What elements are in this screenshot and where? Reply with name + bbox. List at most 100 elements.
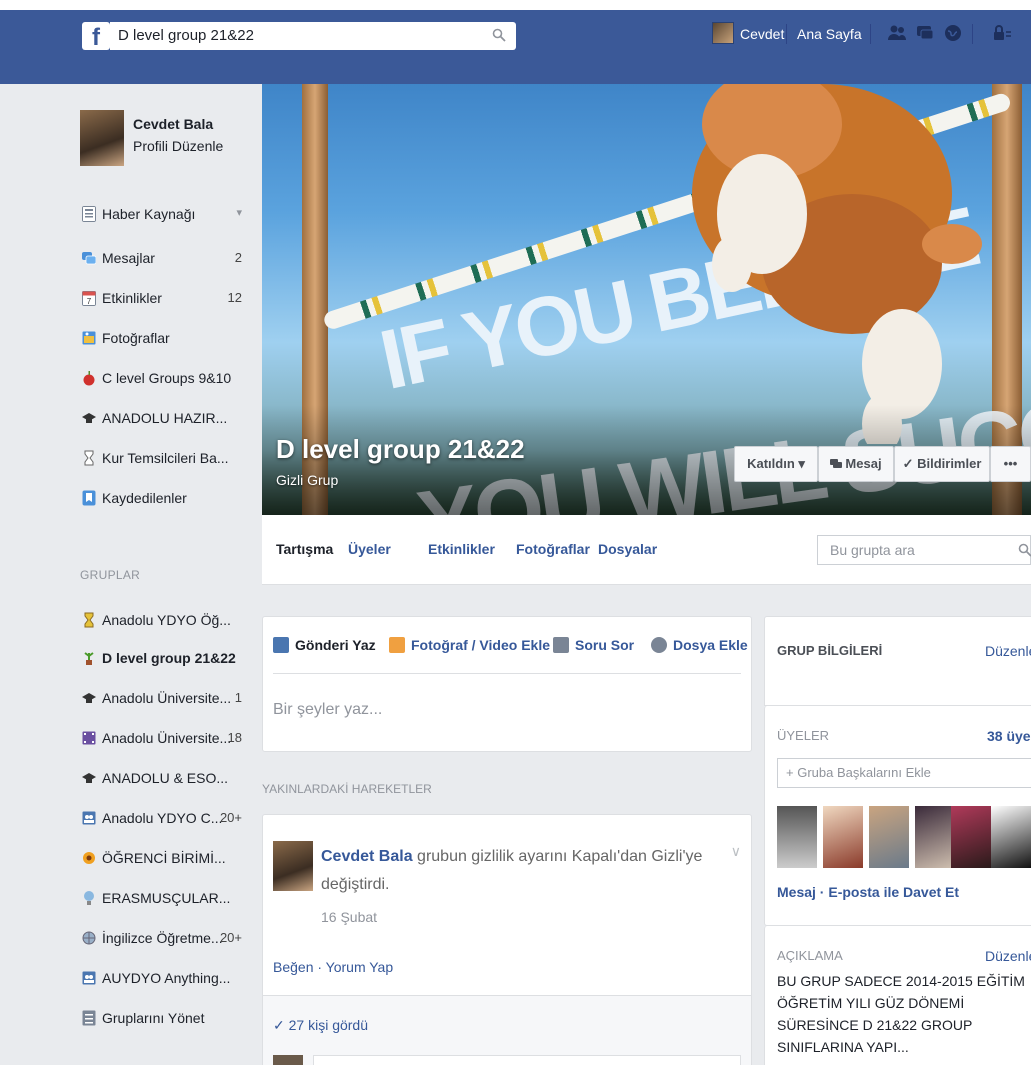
- friend-requests-icon[interactable]: [886, 22, 908, 44]
- group-info-header-card: GRUP BİLGİLERİ Düzenle: [764, 616, 1031, 706]
- ask-question-tab[interactable]: Soru Sor: [553, 637, 634, 653]
- member-avatar[interactable]: [823, 806, 863, 868]
- search-icon[interactable]: [492, 28, 506, 42]
- sidebar-item-saved[interactable]: Kaydedilenler: [80, 488, 250, 510]
- member-avatar[interactable]: [951, 806, 991, 868]
- author-avatar[interactable]: [273, 841, 313, 891]
- unread-count: 2: [234, 250, 242, 265]
- composer-input[interactable]: Bir şeyler yaz...: [273, 701, 382, 719]
- group-privacy: Gizli Grup: [276, 472, 339, 488]
- edit-description-link[interactable]: Düzenle: [985, 948, 1031, 964]
- group-item[interactable]: Anadolu YDYO Öğ...: [80, 610, 250, 632]
- group-item[interactable]: ERASMUSÇULAR...: [80, 888, 250, 910]
- dropdown-chevron-icon[interactable]: ▾: [236, 206, 242, 219]
- activity-post: Cevdet Bala grubun gizlilik ayarını Kapa…: [262, 814, 752, 1065]
- add-members-input[interactable]: + Gruba Başkalarını Ekle: [777, 758, 1031, 788]
- member-avatar[interactable]: [991, 806, 1031, 868]
- message-button-label: Mesaj: [845, 456, 882, 471]
- facebook-logo[interactable]: f: [82, 22, 110, 51]
- group-info-header: GRUP BİLGİLERİ: [777, 643, 883, 658]
- tab-discussion[interactable]: Tartışma: [276, 541, 333, 557]
- notifications-button[interactable]: ✓ Bildirimler: [894, 446, 990, 482]
- sidebar-item-photos[interactable]: Fotoğraflar: [80, 328, 250, 350]
- comment-avatar: [273, 1055, 303, 1065]
- add-file-tab[interactable]: Dosya Ekle: [651, 637, 748, 653]
- profile-name[interactable]: Cevdet Bala: [133, 116, 213, 132]
- sidebar-item-c-level-groups[interactable]: C level Groups 9&10: [80, 368, 250, 390]
- tab-photos[interactable]: Fotoğraflar: [516, 541, 590, 557]
- add-photo-video-tab[interactable]: Fotoğraf / Video Ekle: [389, 637, 550, 653]
- group-item[interactable]: İngilizce Öğretme... 20+: [80, 928, 250, 950]
- members-label: ÜYELER: [777, 728, 830, 743]
- group-item-active[interactable]: D level group 21&22: [80, 648, 250, 670]
- group-item[interactable]: Anadolu Üniversite... 18: [80, 728, 250, 750]
- member-avatar[interactable]: [777, 806, 817, 868]
- group-item[interactable]: ÖĞRENCİ BİRİMİ...: [80, 848, 250, 870]
- group-search-input[interactable]: Bu grupta ara: [817, 535, 1031, 565]
- member-avatar[interactable]: [915, 806, 955, 868]
- members-count[interactable]: 38 üye: [987, 728, 1031, 744]
- notifications-globe-icon[interactable]: [942, 22, 964, 44]
- sidebar-item-anadolu-hazirlik[interactable]: ANADOLU HAZIR...: [80, 408, 250, 430]
- groups-section-header: GRUPLAR: [80, 568, 141, 582]
- pencil-icon: [273, 637, 289, 653]
- sidebar-item-label: ANADOLU HAZIR...: [102, 410, 228, 426]
- message-invite-links[interactable]: Mesaj · E-posta ile Davet Et: [777, 884, 959, 900]
- group-label: Anadolu Üniversite...: [102, 730, 232, 746]
- joined-button[interactable]: Katıldın ▾: [734, 446, 818, 482]
- home-link[interactable]: Ana Sayfa: [797, 26, 862, 42]
- film-icon: [82, 731, 96, 745]
- graduation-cap-icon: [82, 413, 96, 423]
- group-label: Gruplarını Yönet: [102, 1010, 205, 1026]
- composer-tab-label: Dosya Ekle: [673, 637, 748, 653]
- post-text: Cevdet Bala grubun gizlilik ayarını Kapa…: [321, 843, 711, 899]
- search-input[interactable]: D level group 21&22: [110, 22, 516, 50]
- more-options-button[interactable]: •••: [990, 446, 1031, 482]
- calendar-icon: 7: [82, 291, 96, 306]
- post-author[interactable]: Cevdet Bala: [321, 848, 413, 865]
- member-avatar[interactable]: [869, 806, 909, 868]
- group-item[interactable]: ANADOLU & ESO...: [80, 768, 250, 790]
- sidebar-item-events[interactable]: 7 Etkinlikler 12: [80, 288, 250, 310]
- messages-icon: [82, 252, 96, 265]
- group-label: Anadolu YDYO Öğ...: [102, 612, 231, 628]
- search-icon[interactable]: [1018, 543, 1031, 557]
- seen-by-count[interactable]: ✓ 27 kişi gördü: [273, 1017, 368, 1034]
- sidebar-item-label: Etkinlikler: [102, 290, 162, 306]
- group-cover-photo[interactable]: IF YOU BELIEVE YOU WILL SUCCEED D level …: [262, 84, 1031, 515]
- like-comment-links[interactable]: Beğen · Yorum Yap: [273, 959, 393, 975]
- sidebar-item-label: Mesajlar: [102, 250, 155, 266]
- question-list-icon: [553, 637, 569, 653]
- post-options-chevron-icon[interactable]: ∨: [731, 843, 741, 860]
- divider: [273, 673, 741, 674]
- divider: [870, 24, 871, 44]
- sidebar-item-label: C level Groups 9&10: [102, 370, 232, 386]
- profile-link[interactable]: Cevdet: [740, 26, 784, 42]
- group-count: 20+: [219, 810, 242, 825]
- sidebar-item-news-feed[interactable]: Haber Kaynağı ▾: [80, 204, 250, 226]
- manage-groups-link[interactable]: Gruplarını Yönet: [80, 1008, 250, 1030]
- user-avatar[interactable]: [712, 22, 734, 44]
- tab-members[interactable]: Üyeler: [348, 541, 391, 557]
- tab-files[interactable]: Dosyalar: [598, 541, 657, 557]
- sidebar-item-messages[interactable]: Mesajlar 2: [80, 248, 250, 270]
- edit-group-info-link[interactable]: Düzenle: [985, 643, 1031, 659]
- sidebar-item-kur-temsilcileri[interactable]: Kur Temsilcileri Ba...: [80, 448, 250, 470]
- message-button[interactable]: Mesaj: [818, 446, 894, 482]
- edit-profile-link[interactable]: Profili Düzenle: [133, 138, 223, 154]
- post-date[interactable]: 16 Şubat: [321, 909, 377, 925]
- group-item[interactable]: Anadolu YDYO C... 20+: [80, 808, 250, 830]
- group-title[interactable]: D level group 21&22: [276, 434, 525, 465]
- group-count: 20+: [219, 930, 242, 945]
- profile-picture[interactable]: [80, 110, 124, 166]
- group-label: Anadolu YDYO C...: [102, 810, 223, 826]
- messages-icon[interactable]: [914, 22, 936, 44]
- tab-events[interactable]: Etkinlikler: [428, 541, 495, 557]
- file-icon: [651, 637, 667, 653]
- privacy-lock-icon[interactable]: [990, 22, 1012, 44]
- sidebar-item-label: Fotoğraflar: [102, 330, 170, 346]
- comment-input[interactable]: [313, 1055, 741, 1065]
- group-item[interactable]: AUYDYO Anything...: [80, 968, 250, 990]
- group-item[interactable]: Anadolu Üniversite... 1: [80, 688, 250, 710]
- write-post-tab[interactable]: Gönderi Yaz: [273, 637, 376, 653]
